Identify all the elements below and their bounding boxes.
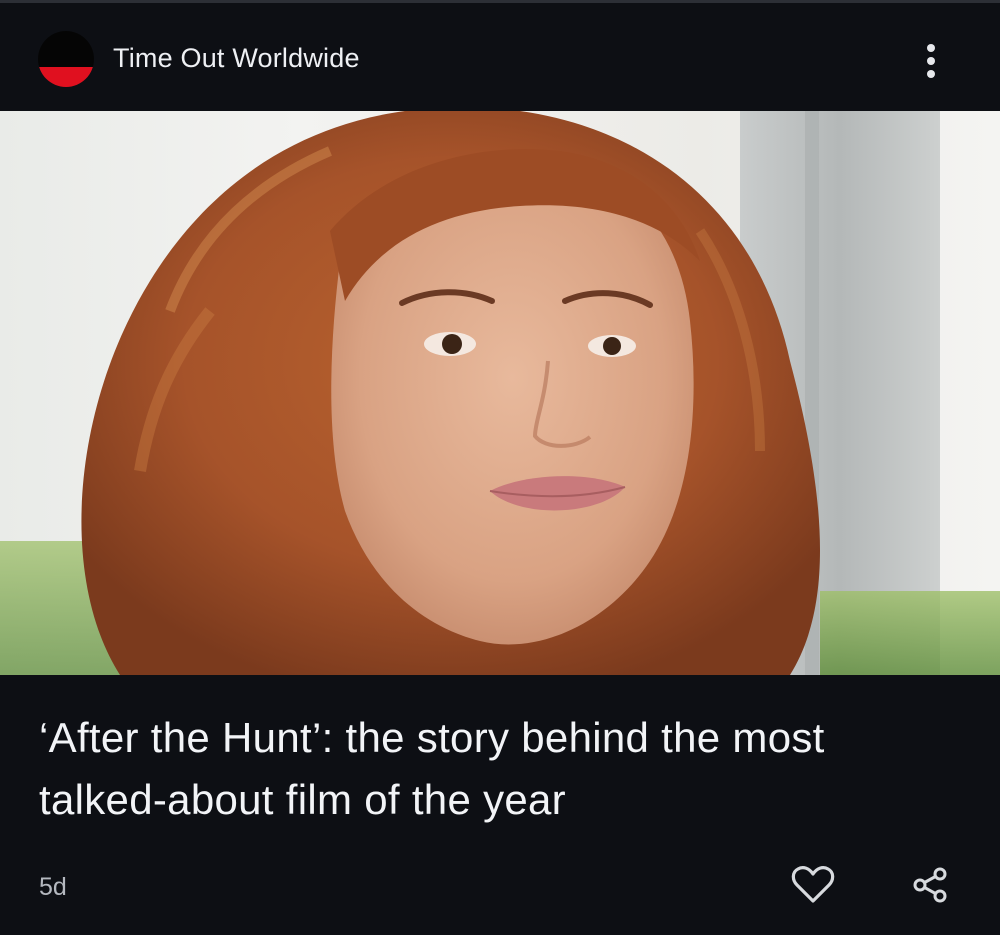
like-button[interactable] (783, 855, 843, 915)
news-card[interactable]: Time Out Worldwide ‘After the Hunt’: the… (0, 0, 1000, 935)
source-logo[interactable] (38, 31, 94, 87)
source-name[interactable]: Time Out Worldwide (113, 41, 360, 75)
more-options-button[interactable] (905, 33, 957, 89)
card-header: Time Out Worldwide (0, 3, 1000, 111)
article-image[interactable] (0, 111, 1000, 675)
heart-icon (791, 866, 835, 903)
more-vertical-icon (927, 44, 935, 78)
share-icon (913, 867, 947, 903)
article-age: 5d (39, 873, 67, 901)
article-headline[interactable]: ‘After the Hunt’: the story behind the m… (39, 707, 939, 831)
portrait-photo (0, 111, 1000, 675)
share-button[interactable] (900, 855, 960, 915)
